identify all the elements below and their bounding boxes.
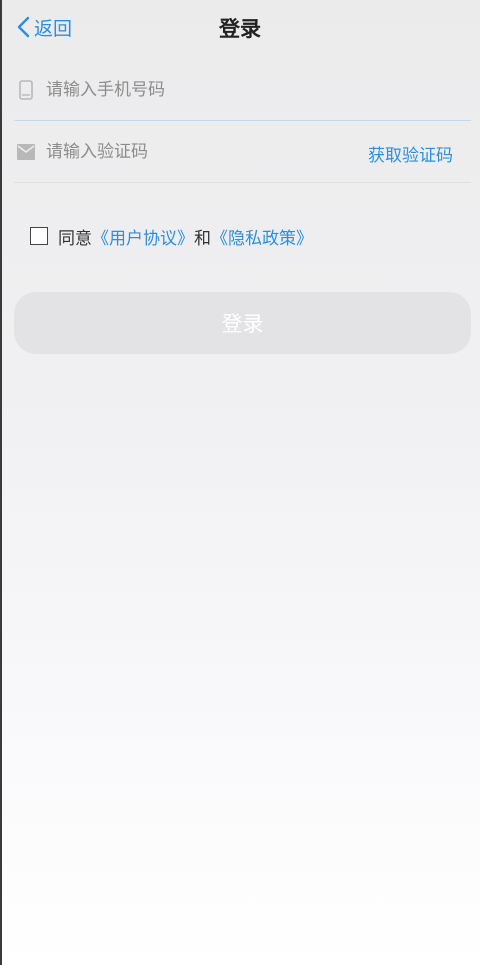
phone-input[interactable] (46, 80, 346, 100)
user-agreement-link[interactable]: 《用户协议》 (92, 229, 194, 249)
agree-checkbox[interactable] (30, 227, 48, 245)
envelope-icon (16, 140, 36, 164)
agreement: 同意《用户协议》和《隐私政策》 (30, 224, 313, 249)
agreement-text: 同意《用户协议》和《隐私政策》 (58, 224, 313, 249)
code-row: 获取验证码 (14, 122, 471, 183)
navbar: 返回 登录 (0, 0, 480, 54)
get-code-button[interactable]: 获取验证码 (368, 141, 453, 166)
login-button[interactable]: 登录 (14, 292, 471, 354)
code-input[interactable] (46, 142, 346, 162)
page-title: 登录 (219, 17, 261, 41)
agreement-prefix: 同意 (58, 228, 92, 249)
privacy-policy-link[interactable]: 《隐私政策》 (211, 229, 313, 249)
window-edge (0, 0, 2, 965)
agreement-and: 和 (194, 228, 211, 249)
phone-icon (16, 78, 36, 102)
phone-row (14, 60, 471, 121)
